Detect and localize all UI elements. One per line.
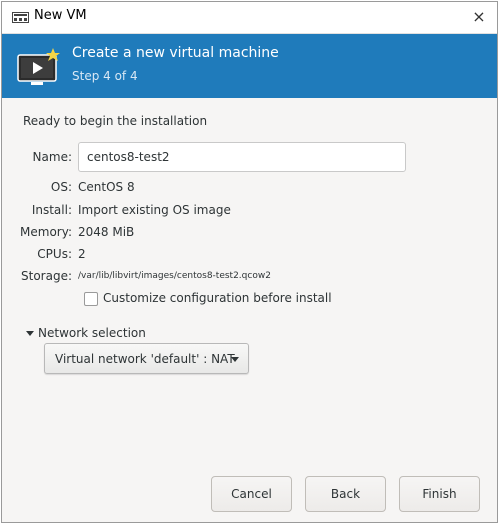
os-value: CentOS 8 [78,180,135,194]
close-icon[interactable]: × [467,5,491,29]
new-vm-window: New VM × Create a new virtual machine St… [1,1,498,523]
os-label: OS: [50,180,72,194]
window-title: New VM [34,8,87,23]
cpus-label: CPUs: [37,247,72,261]
memory-value: 2048 MiB [78,225,135,239]
banner-heading: Create a new virtual machine [72,45,279,61]
finish-button[interactable]: Finish [399,476,480,512]
cancel-button[interactable]: Cancel [211,476,292,512]
vm-monitor-icon [17,48,60,85]
customize-label[interactable]: Customize configuration before install [103,291,332,305]
storage-path: /var/lib/libvirt/images/centos8-test2.qc… [78,271,271,281]
chevron-down-icon[interactable] [231,357,239,362]
name-label: Name: [32,150,72,164]
memory-label: Memory: [20,225,72,239]
install-value: Import existing OS image [78,203,231,217]
cpus-value: 2 [78,247,86,261]
header-banner: Create a new virtual machine Step 4 of 4 [2,34,497,98]
network-source-dropdown[interactable]: Virtual network 'default' : NAT [44,343,249,374]
titlebar: New VM × [2,2,497,34]
back-button[interactable]: Back [305,476,386,512]
network-selected-value[interactable]: Virtual network 'default' : NAT [55,352,235,366]
name-input[interactable] [78,142,406,172]
install-label: Install: [31,203,72,217]
app-icon [12,12,29,23]
expander-arrow-icon[interactable] [26,331,34,336]
storage-label: Storage: [21,269,72,283]
customize-checkbox[interactable] [84,292,98,306]
step-indicator: Step 4 of 4 [72,69,138,83]
network-selection-label[interactable]: Network selection [38,326,146,340]
ready-text: Ready to begin the installation [23,114,208,128]
